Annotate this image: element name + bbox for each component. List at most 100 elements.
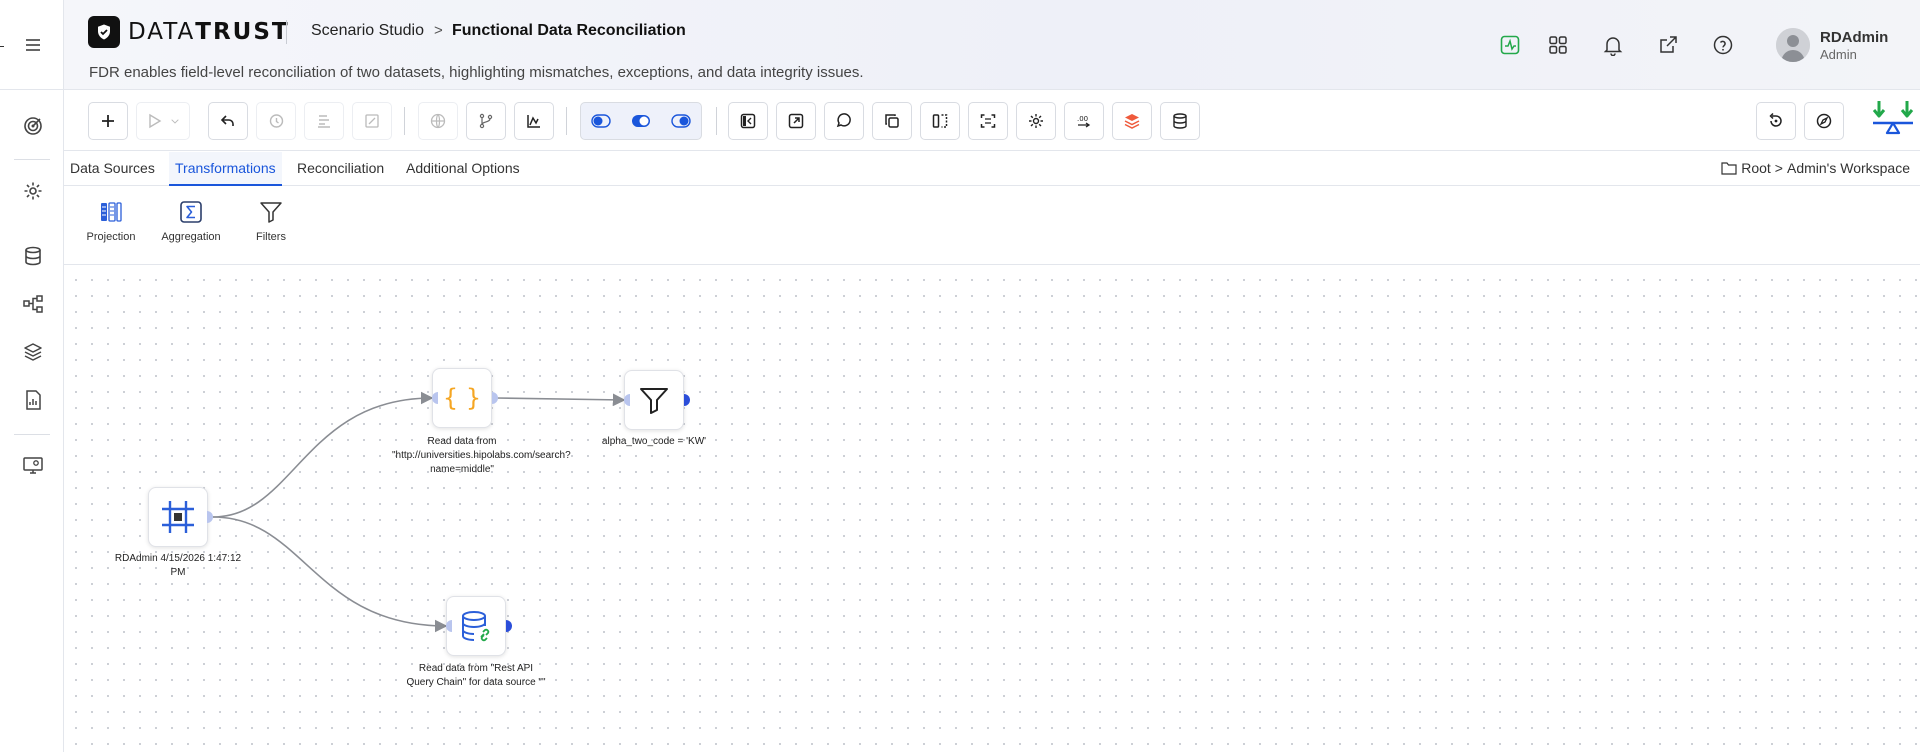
output-port[interactable]: [207, 511, 217, 523]
database-button[interactable]: [1160, 102, 1200, 140]
toolbar-divider: [404, 107, 405, 135]
compare-icon: [932, 114, 948, 128]
comment-icon: [836, 113, 851, 128]
format-icon: [318, 115, 330, 128]
edge-json-to-filter: [495, 393, 626, 407]
app-header: DATATRUST Scenario Studio > Functional D…: [64, 0, 1920, 90]
inner-join-icon[interactable]: [621, 103, 661, 139]
bell-icon[interactable]: [1602, 34, 1624, 57]
join-type-toggle[interactable]: [580, 102, 702, 140]
play-icon: [149, 113, 162, 129]
avatar[interactable]: [1776, 28, 1810, 62]
activity-icon[interactable]: [1499, 34, 1521, 56]
settings-button[interactable]: [1016, 102, 1056, 140]
left-join-icon[interactable]: [581, 103, 621, 139]
line-chart-icon: [527, 115, 540, 128]
report-icon[interactable]: [22, 389, 44, 411]
tab-additional-options[interactable]: Additional Options: [400, 152, 526, 186]
undo-button[interactable]: [208, 102, 248, 140]
output-port[interactable]: [506, 620, 516, 632]
comment-button[interactable]: [824, 102, 864, 140]
filter-node-label: alpha_two_code = 'KW': [601, 436, 707, 447]
filters-label: Filters: [256, 231, 286, 243]
collapse-panel-button[interactable]: [728, 102, 768, 140]
rail-top: [0, 0, 64, 90]
tab-reconciliation[interactable]: Reconciliation: [291, 152, 390, 186]
breadcrumb-workspace[interactable]: Admin's Workspace: [1787, 160, 1910, 176]
decimal-icon: .00: [1077, 115, 1091, 128]
help-icon[interactable]: [1712, 34, 1734, 56]
add-button[interactable]: [88, 102, 128, 140]
chart-button[interactable]: [514, 102, 554, 140]
aggregation-tool[interactable]: Aggregation: [154, 199, 228, 243]
compass-button[interactable]: [1804, 102, 1844, 140]
hamburger-menu-icon[interactable]: [24, 36, 42, 54]
target-icon[interactable]: [22, 115, 44, 137]
monitor-icon[interactable]: [22, 454, 44, 476]
export-button[interactable]: [776, 102, 816, 140]
aggregation-label: Aggregation: [161, 231, 221, 243]
gear-icon: [1029, 114, 1043, 128]
compare-button[interactable]: [920, 102, 960, 140]
globe-button[interactable]: [418, 102, 458, 140]
history-icon: [269, 114, 284, 128]
user-role: Admin: [1820, 47, 1857, 62]
export-icon: [788, 113, 804, 129]
filter-node[interactable]: [624, 370, 684, 430]
settings-icon[interactable]: [22, 180, 44, 202]
right-join-icon[interactable]: [661, 103, 701, 139]
scan-button[interactable]: [968, 102, 1008, 140]
output-port[interactable]: [684, 394, 694, 406]
plus-icon: [102, 115, 114, 127]
branch-button[interactable]: [466, 102, 506, 140]
database-icon[interactable]: [22, 245, 44, 267]
workflow-canvas[interactable]: RDAdmin 4/15/2026 1:47:12 PM { } Read da…: [64, 266, 1920, 752]
input-port[interactable]: [442, 620, 452, 632]
run-button[interactable]: [136, 102, 190, 140]
projection-label: Projection: [86, 231, 136, 243]
aggregation-icon: [178, 199, 204, 225]
frame-icon: [162, 501, 194, 533]
globe-icon: [430, 113, 446, 129]
rail-divider: [14, 434, 50, 435]
shield-check-icon: [88, 16, 120, 48]
page-subtitle: FDR enables field-level reconciliation o…: [89, 64, 864, 81]
filter-icon: [640, 388, 668, 414]
user-name[interactable]: RDAdmin: [1820, 29, 1888, 46]
tab-data-sources[interactable]: Data Sources: [64, 152, 161, 186]
input-port[interactable]: [428, 392, 438, 404]
revert-button[interactable]: [1756, 102, 1796, 140]
filters-tool[interactable]: Filters: [234, 199, 308, 243]
external-link-icon[interactable]: [1657, 34, 1679, 56]
chevron-down-icon: [171, 119, 179, 124]
brand-logo[interactable]: DATATRUST: [88, 16, 290, 48]
format-button[interactable]: [304, 102, 344, 140]
history-button[interactable]: [256, 102, 296, 140]
decimal-format-button[interactable]: .00: [1064, 102, 1104, 140]
edge-layer: [212, 391, 626, 633]
brand-name: DATATRUST: [128, 19, 290, 45]
tab-bar: Data Sources Transformations Reconciliat…: [64, 152, 1920, 186]
compass-icon: [1816, 113, 1832, 129]
breadcrumb-separator: >: [434, 22, 443, 39]
balance-scale-icon[interactable]: [1871, 99, 1915, 139]
json-node-label: Read data from "http://universities.hipo…: [392, 436, 571, 475]
layers-icon[interactable]: [22, 341, 44, 363]
workflow-icon[interactable]: [22, 293, 44, 315]
projection-tool[interactable]: Projection: [74, 199, 148, 243]
rest-api-db-node[interactable]: [446, 596, 506, 656]
edit-button[interactable]: [352, 102, 392, 140]
projection-icon: [98, 199, 124, 225]
stack-button[interactable]: [1112, 102, 1152, 140]
apps-grid-icon[interactable]: [1547, 34, 1569, 56]
source-node[interactable]: [148, 487, 208, 547]
workspace-breadcrumb[interactable]: Root > Admin's Workspace: [1721, 160, 1910, 176]
copy-button[interactable]: [872, 102, 912, 140]
json-source-node[interactable]: { }: [432, 368, 492, 428]
input-port[interactable]: [620, 394, 630, 406]
breadcrumb-root[interactable]: Root: [1741, 160, 1771, 176]
toolbar: .00: [64, 91, 1920, 151]
tab-transformations[interactable]: Transformations: [169, 152, 282, 186]
output-port[interactable]: [492, 392, 502, 404]
breadcrumb-parent[interactable]: Scenario Studio: [311, 22, 424, 40]
